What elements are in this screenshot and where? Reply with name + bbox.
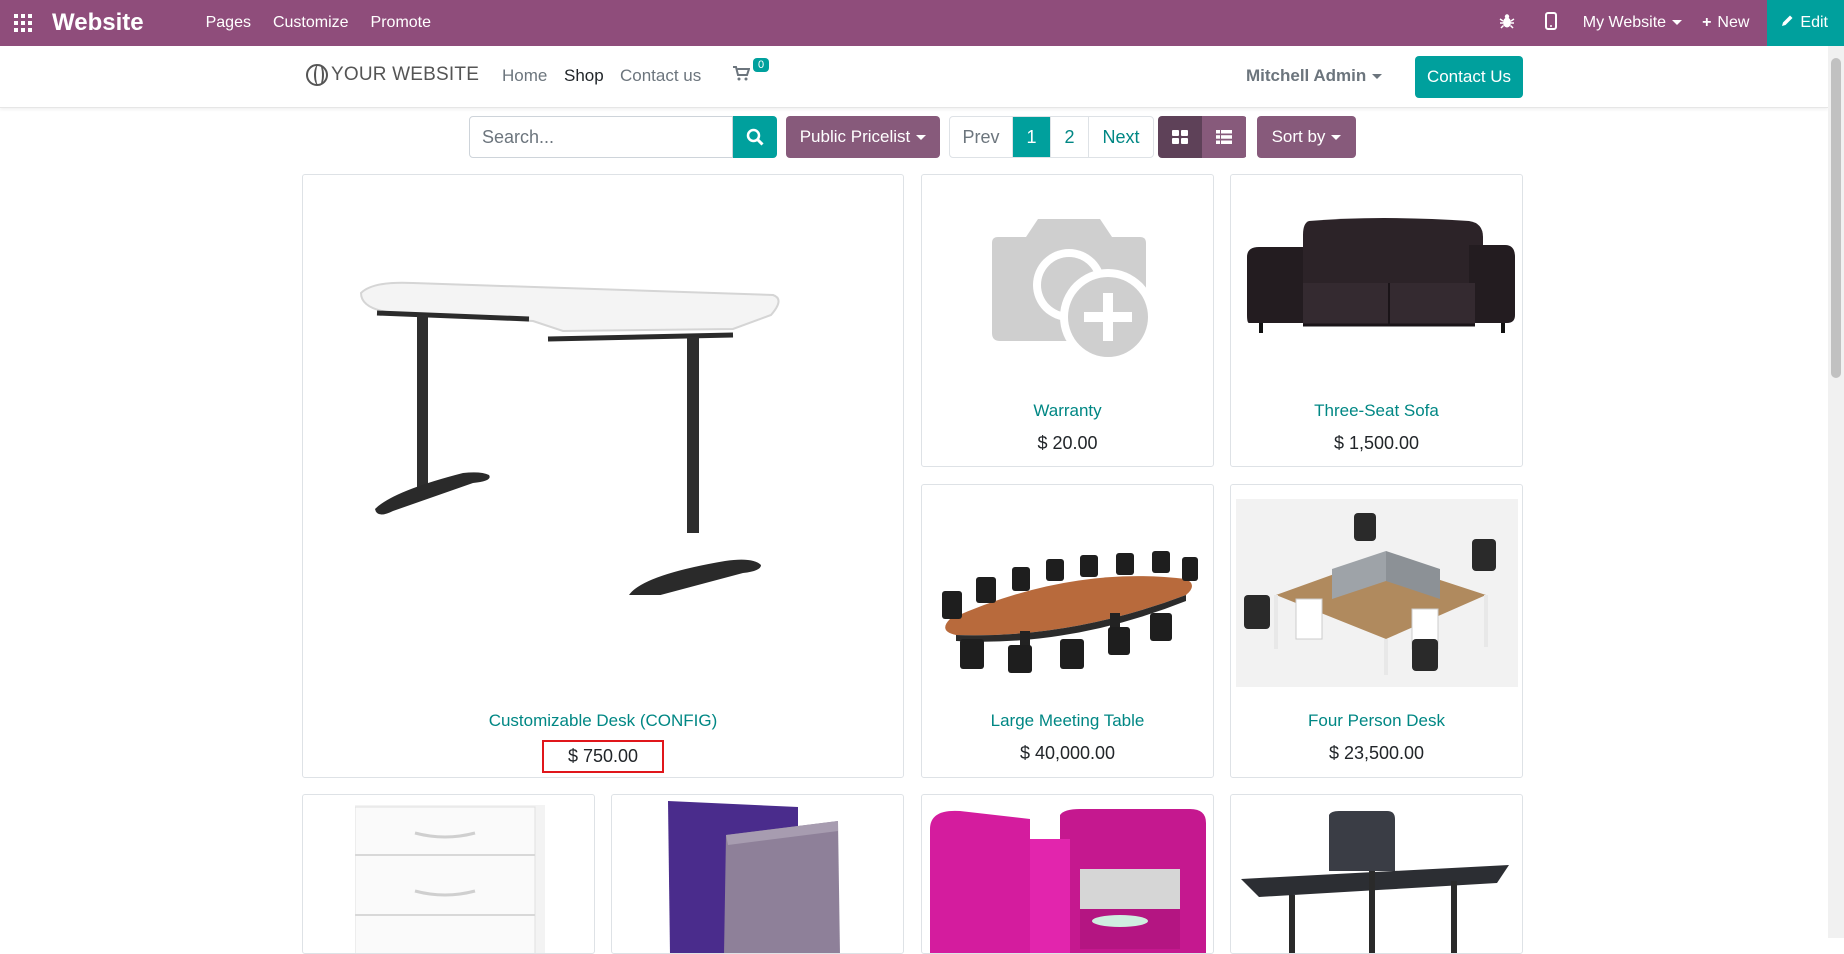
product-name[interactable]: Four Person Desk <box>1231 711 1522 731</box>
product-price: $ 20.00 <box>1037 433 1098 453</box>
cart-count-badge: 0 <box>753 58 770 72</box>
acoustic-panel-image <box>668 801 840 953</box>
highlighted-price: $ 750.00 <box>541 740 665 773</box>
product-card[interactable] <box>921 794 1214 954</box>
product-card[interactable]: Three-Seat Sofa $ 1,500.00 <box>1230 174 1523 467</box>
my-website-label: My Website <box>1582 14 1667 31</box>
nav-home[interactable]: Home <box>502 66 547 86</box>
new-button[interactable]: + New <box>1702 14 1749 32</box>
edit-label: Edit <box>1800 14 1828 31</box>
pager-page-1[interactable]: 1 <box>1013 117 1051 157</box>
chevron-down-icon <box>1372 74 1383 80</box>
product-price: $ 23,500.00 <box>1328 743 1425 763</box>
sofa-image <box>1247 218 1515 333</box>
plus-icon: + <box>1702 14 1712 31</box>
product-price: $ 40,000.00 <box>1019 743 1116 763</box>
chevron-down-icon <box>916 134 927 140</box>
desk-image <box>359 281 780 595</box>
cart-link[interactable]: 0 <box>733 58 770 86</box>
app-title[interactable]: Website <box>52 9 144 37</box>
four-person-desk-image <box>1236 499 1518 687</box>
bug-icon[interactable] <box>1485 13 1529 34</box>
pricelist-label: Public Pricelist <box>799 127 911 146</box>
product-card[interactable] <box>611 794 904 954</box>
chevron-down-icon <box>1672 20 1683 26</box>
product-name[interactable]: Customizable Desk (CONFIG) <box>303 711 903 731</box>
view-toggle <box>1158 116 1247 158</box>
nav-shop[interactable]: Shop <box>564 66 604 86</box>
apps-menu-icon[interactable] <box>0 0 46 46</box>
menu-customize[interactable]: Customize <box>273 14 349 32</box>
site-logo[interactable]: YOUR WEBSITE <box>306 64 479 86</box>
product-card[interactable] <box>1230 794 1523 954</box>
meeting-table-image <box>942 551 1198 673</box>
scrollbar-thumb[interactable] <box>1831 58 1841 378</box>
pager-next[interactable]: Next <box>1089 117 1153 157</box>
sort-label: Sort by <box>1271 127 1326 146</box>
user-name: Mitchell Admin <box>1246 66 1367 85</box>
admin-topbar: Website Pages Customize Promote My Websi… <box>0 0 1844 46</box>
pager-prev[interactable]: Prev <box>950 117 1013 157</box>
search-input[interactable]: Search... <box>469 116 733 158</box>
globe-icon <box>306 64 328 86</box>
drawer-unit-image <box>355 805 545 953</box>
product-card[interactable] <box>302 794 595 954</box>
menu-promote[interactable]: Promote <box>371 14 431 32</box>
pager-page-2[interactable]: 2 <box>1051 117 1089 157</box>
product-price: $ 1,500.00 <box>1333 433 1420 453</box>
grid-icon <box>1172 130 1188 144</box>
pod-chair-image <box>930 809 1206 953</box>
product-card[interactable]: Customizable Desk (CONFIG) $ 750.00 <box>302 174 904 778</box>
shopping-cart-icon <box>733 66 751 85</box>
product-card[interactable]: Warranty $ 20.00 <box>921 174 1214 467</box>
website-header: YOUR WEBSITE Home Shop Contact us 0 Mitc… <box>0 46 1828 108</box>
user-dropdown[interactable]: Mitchell Admin <box>1246 66 1383 86</box>
logo-text: YOUR WEBSITE <box>331 64 480 85</box>
product-name[interactable]: Warranty <box>922 401 1213 421</box>
product-card[interactable]: Four Person Desk $ 23,500.00 <box>1230 484 1523 778</box>
pricelist-dropdown[interactable]: Public Pricelist <box>786 116 940 158</box>
mobile-preview-icon[interactable] <box>1529 11 1573 35</box>
search-icon <box>746 128 764 146</box>
shop-toolbar: Search... Public Pricelist Prev 1 2 Next… <box>0 116 1844 158</box>
contact-us-button[interactable]: Contact Us <box>1415 56 1523 98</box>
pencil-icon <box>1781 14 1794 32</box>
edit-button[interactable]: Edit <box>1767 0 1844 46</box>
page-scrollbar[interactable] <box>1828 46 1844 938</box>
pagination: Prev 1 2 Next <box>949 116 1154 158</box>
chevron-down-icon <box>1331 134 1342 140</box>
nav-contact[interactable]: Contact us <box>620 66 701 86</box>
my-website-dropdown[interactable]: My Website <box>1582 14 1683 32</box>
product-name[interactable]: Large Meeting Table <box>922 711 1213 731</box>
search-button[interactable] <box>733 116 777 158</box>
standing-desk-image <box>1241 811 1509 953</box>
grid-view-button[interactable] <box>1158 116 1202 158</box>
sort-dropdown[interactable]: Sort by <box>1257 116 1356 158</box>
product-card[interactable]: Large Meeting Table $ 40,000.00 <box>921 484 1214 778</box>
product-price: $ 750.00 <box>303 740 903 773</box>
list-view-button[interactable] <box>1202 116 1246 158</box>
new-label: New <box>1717 14 1750 31</box>
camera-plus-icon <box>992 219 1152 365</box>
menu-pages[interactable]: Pages <box>206 14 251 32</box>
list-icon <box>1216 130 1232 144</box>
product-name[interactable]: Three-Seat Sofa <box>1231 401 1522 421</box>
